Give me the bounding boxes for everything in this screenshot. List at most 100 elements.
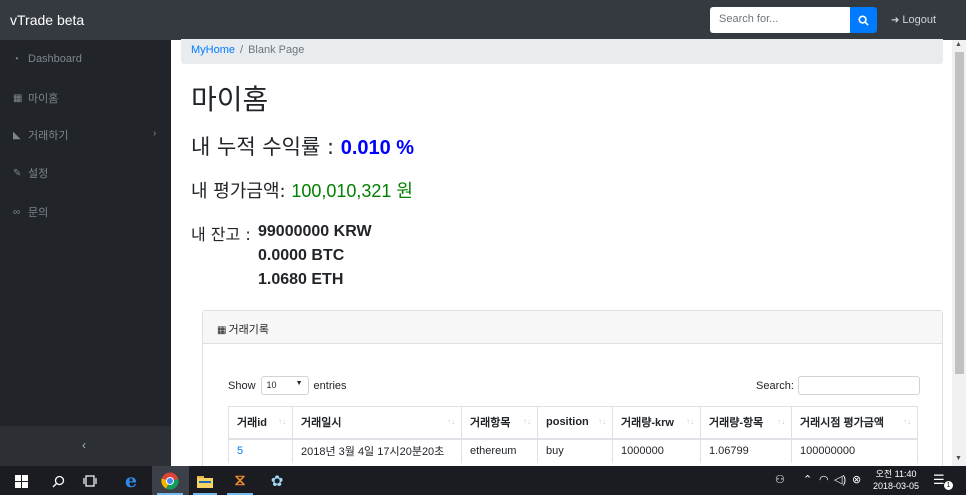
card-header: ▦ 거래기록 <box>203 311 942 344</box>
column-label: 거래id <box>237 417 268 430</box>
area-chart-icon: ◣ <box>13 129 21 141</box>
column-label: 거래항목 <box>470 417 511 430</box>
dashboard-icon: ◔ <box>13 53 20 65</box>
notification-badge: 1 <box>944 481 953 490</box>
chrome-browser-icon[interactable] <box>157 470 183 492</box>
top-navbar: vTrade beta Search for... ➜ Logout <box>0 0 966 40</box>
table-search-input[interactable] <box>797 376 920 395</box>
chevron-left-icon: ‹ <box>82 438 86 452</box>
error-status-icon[interactable]: ⊗ <box>852 473 861 486</box>
search-button[interactable] <box>850 7 877 33</box>
sidebar-item-label: 거래하기 <box>28 130 69 142</box>
valuation: 내 평가금액: 100,010,321 원 <box>191 177 413 203</box>
valuation-label: 내 평가금액: <box>191 181 292 202</box>
page-title: 마이홈 <box>191 83 269 116</box>
sidebar-item-myhome[interactable]: ▦ 마이홈 <box>13 90 58 106</box>
volume-icon[interactable]: ◁) <box>834 473 846 486</box>
column-header[interactable]: 거래항목 ↑↓ <box>461 406 538 440</box>
search-icon[interactable] <box>47 470 69 492</box>
tray-chevron-up-icon[interactable]: ⌃ <box>803 473 812 486</box>
search-input[interactable]: Search for... <box>710 7 850 33</box>
entries-value: 10 <box>266 380 277 390</box>
column-header[interactable]: 거래시점 평가금액 ↑↓ <box>791 406 918 440</box>
balance-btc: 0.0000 BTC <box>258 247 345 264</box>
sublime-like-app-icon[interactable]: ⧖ <box>227 470 253 492</box>
clock-date: 2018-03-05 <box>873 481 920 491</box>
wifi-icon[interactable]: ◠ <box>819 473 829 486</box>
sidebar-item-inquiry[interactable]: ∞ 문의 <box>13 204 48 220</box>
scroll-up-arrow-icon[interactable]: ▲ <box>955 41 962 48</box>
table-icon: ▦ <box>13 92 23 104</box>
table-header-row: 거래id ↑↓ 거래일시 ↑↓ 거래항목 ↑↓ position ↑↓ 거래량-krw ↑… <box>228 406 918 440</box>
link-icon: ∞ <box>13 206 21 218</box>
breadcrumb-separator: / <box>240 44 244 56</box>
table-cell[interactable]: 5 <box>228 438 293 463</box>
entries-select[interactable]: 10 ▼ <box>260 376 309 395</box>
trade-history-card: ▦ 거래기록 Show 10 ▼ entries Search: 거래id ↑↓ 거래… <box>202 310 943 470</box>
app-icon[interactable]: ✿ <box>264 470 290 492</box>
caret-down-icon: ▼ <box>295 380 303 387</box>
table-cell: 100000000 <box>791 438 918 463</box>
sort-icon: ↑↓ <box>777 417 785 426</box>
system-clock[interactable]: 오전 11:40 2018-03-05 <box>873 468 919 492</box>
table-cell: ethereum <box>461 438 538 463</box>
sort-icon: ↑↓ <box>686 417 694 426</box>
sidebar-item-label: 설정 <box>28 168 49 180</box>
windows-start-icon[interactable] <box>10 470 32 492</box>
chevron-right-icon[interactable]: › <box>153 128 156 139</box>
column-header[interactable]: 거래량-krw ↑↓ <box>612 406 701 440</box>
file-explorer-icon[interactable] <box>193 470 217 492</box>
table-cell: 1000000 <box>612 438 701 463</box>
brand-title[interactable]: vTrade beta <box>10 12 84 28</box>
column-header[interactable]: position ↑↓ <box>537 406 613 440</box>
breadcrumb-current: Blank Page <box>248 44 305 56</box>
sidebar-item-label: 문의 <box>28 207 49 219</box>
scrollbar-thumb[interactable] <box>955 52 964 374</box>
breadcrumb-home-link[interactable]: MyHome <box>191 44 235 56</box>
entries-label: entries <box>313 379 347 392</box>
trade-table: 거래id ↑↓ 거래일시 ↑↓ 거래항목 ↑↓ position ↑↓ 거래량-krw ↑… <box>228 406 918 463</box>
balance-krw: 99000000 KRW <box>258 223 372 240</box>
table-search: Search: <box>756 376 920 395</box>
column-header[interactable]: 거래id ↑↓ <box>228 406 293 440</box>
task-view-icon[interactable] <box>79 470 101 492</box>
profit-label: 내 누적 수익률 : <box>191 135 341 159</box>
notification-center-icon[interactable]: ☰ <box>933 472 945 488</box>
valuation-value: 100,010,321 원 <box>291 181 413 201</box>
sort-icon: ↑↓ <box>278 417 286 426</box>
entries-control: Show 10 ▼ entries <box>228 376 347 395</box>
scroll-down-arrow-icon[interactable]: ▼ <box>955 455 962 462</box>
table-cell: buy <box>537 438 613 463</box>
show-label: Show <box>228 379 256 392</box>
column-label: 거래일시 <box>301 417 342 430</box>
sidebar-item-label: 마이홈 <box>28 93 59 105</box>
sort-icon: ↑↓ <box>523 417 531 426</box>
sidebar-item-dashboard[interactable]: ◔ Dashboard <box>13 53 82 65</box>
logout-link[interactable]: ➜ Logout <box>891 14 936 26</box>
sidebar-item-settings[interactable]: ✎ 설정 <box>13 165 48 181</box>
column-label: 거래시점 평가금액 <box>800 417 885 430</box>
profit-rate: 내 누적 수익률 : 0.010 % <box>191 131 414 161</box>
table-icon: ▦ <box>217 325 227 336</box>
table-search-label: Search: <box>756 379 794 392</box>
balance-eth: 1.0680 ETH <box>258 271 344 288</box>
sort-icon: ↑↓ <box>598 417 606 426</box>
windows-taskbar: e ⧖ ✿ ⚇ ⌃ ◠ ◁) ⊗ 오전 11:40 2018-03-05 ☰ 1 <box>0 466 966 495</box>
sign-out-icon: ➜ <box>891 15 900 26</box>
trade-id-link[interactable]: 5 <box>237 445 243 457</box>
edge-browser-icon[interactable]: e <box>118 470 144 492</box>
column-header[interactable]: 거래일시 ↑↓ <box>292 406 462 440</box>
sidebar-toggle[interactable]: ‹ <box>0 426 171 466</box>
breadcrumb: MyHome / Blank Page <box>181 39 943 64</box>
table-cell: 1.06799 <box>700 438 792 463</box>
column-label: position <box>546 416 589 429</box>
sort-icon: ↑↓ <box>903 417 911 426</box>
wrench-icon: ✎ <box>13 167 22 179</box>
sidebar-item-trade[interactable]: ◣ 거래하기 <box>13 127 68 143</box>
logout-label: Logout <box>902 14 937 26</box>
column-label: 거래량-krw <box>621 417 674 430</box>
column-header[interactable]: 거래량-항목 ↑↓ <box>700 406 792 440</box>
column-label: 거래량-항목 <box>709 417 764 430</box>
people-icon[interactable]: ⚇ <box>775 473 785 486</box>
search-icon <box>858 14 869 26</box>
